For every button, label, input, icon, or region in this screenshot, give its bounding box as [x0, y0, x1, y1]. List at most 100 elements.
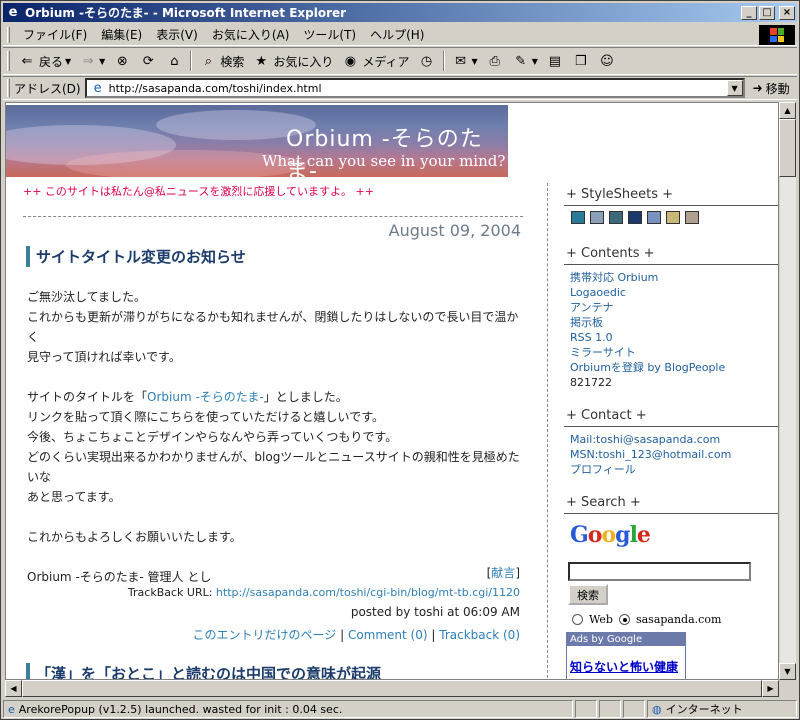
signature: Orbium -そらのたま- 管理人 とし [27, 570, 212, 584]
maximize-button[interactable]: □ [759, 5, 775, 20]
media-button[interactable]: ◉ メディア [337, 50, 413, 72]
chevron-down-icon[interactable]: ▼ [532, 57, 538, 66]
messenger-button[interactable]: ☺ [594, 50, 620, 72]
style-swatch[interactable] [647, 211, 661, 224]
contents-link-logaoedic[interactable]: Logaoedic [570, 285, 778, 300]
security-zone[interactable]: ◍ インターネット [647, 700, 797, 718]
comment-link[interactable]: Comment (0) [348, 628, 428, 642]
scroll-thumb[interactable] [22, 680, 762, 697]
status-text: ArekorePopup (v1.2.5) launched. wasted f… [18, 702, 343, 716]
banner-subtitle: What can you see in your mind? [262, 152, 506, 170]
document-icon: ▤ [548, 53, 561, 69]
sidebar-heading: + StyleSheets + [564, 186, 778, 206]
radio-web-label: Web [589, 613, 613, 626]
favorites-button[interactable]: ★ お気に入り [248, 50, 337, 72]
style-swatch[interactable] [571, 211, 585, 224]
address-input[interactable]: e http://sasapanda.com/toshi/index.html … [84, 78, 745, 98]
search-button[interactable]: ⌕ 検索 [195, 50, 248, 72]
divider [23, 216, 523, 217]
toolbar-grip[interactable] [7, 79, 10, 97]
dedication-link[interactable]: 献言 [491, 566, 515, 580]
trackback-label: TrackBack URL: [127, 586, 213, 599]
address-url[interactable]: http://sasapanda.com/toshi/index.html [109, 82, 727, 95]
windows-logo-icon [770, 28, 784, 42]
back-arrow-icon: ⇐ [21, 53, 33, 69]
ads-header[interactable]: Ads by Google [567, 633, 685, 646]
style-swatch[interactable] [609, 211, 623, 224]
stop-icon: ⊗ [116, 53, 128, 69]
chevron-down-icon[interactable]: ▼ [726, 80, 743, 96]
trackback-link[interactable]: Trackback (0) [439, 628, 520, 642]
style-swatch[interactable] [628, 211, 642, 224]
scroll-up-button[interactable]: ▲ [779, 102, 796, 119]
print-button[interactable]: ⎙ [482, 50, 508, 72]
profile-link[interactable]: プロフィール [570, 462, 778, 477]
contents-link-antenna[interactable]: アンテナ [570, 300, 778, 315]
column-divider [547, 183, 548, 679]
window-title: Orbium -そらのたま- - Microsoft Internet Expl… [25, 6, 347, 20]
horizontal-scrollbar[interactable]: ◀ ▶ [5, 680, 779, 697]
menu-edit[interactable]: 編集(E) [94, 24, 149, 45]
edit-button[interactable]: ✎ ▼ [508, 50, 542, 72]
menu-file[interactable]: ファイル(F) [16, 24, 94, 45]
permalink-link[interactable]: このエントリだけのページ [192, 628, 336, 642]
style-swatch[interactable] [685, 211, 699, 224]
entry-links: このエントリだけのページ | Comment (0) | Trackback (… [192, 626, 520, 643]
contact-msn[interactable]: MSN:toshi_123@hotmail.com [570, 447, 778, 462]
entry-body: ご無沙汰してました。 これからも更新が滞りがちになるかも知れませんが、閉鎖したり… [27, 287, 522, 607]
toolbar-grip[interactable] [7, 26, 10, 43]
home-button[interactable]: ⌂ [161, 50, 187, 72]
scroll-thumb[interactable] [779, 119, 796, 177]
close-button[interactable]: × [779, 5, 795, 20]
scroll-right-button[interactable]: ▶ [762, 680, 779, 697]
menu-view[interactable]: 表示(V) [149, 24, 205, 45]
site-banner[interactable]: Orbium -そらのたま- What can you see in your … [6, 105, 508, 177]
discuss-button[interactable]: ▤ [542, 50, 568, 72]
menu-favorites[interactable]: お気に入り(A) [205, 24, 297, 45]
stop-button[interactable]: ⊗ [109, 50, 135, 72]
body-line: リンクを貼って頂く際にこちらを使っていただけると嬉しいです。 [27, 410, 385, 424]
next-entry-title[interactable]: 「漢」を「おとこ」と読むのは中国での意味が起源 [26, 663, 381, 679]
contents-link-rss[interactable]: RSS 1.0 [570, 330, 778, 345]
support-notice[interactable]: ++ このサイトは私たん@私ニュースを激烈に応援していますよ。 ++ [23, 183, 374, 199]
chevron-down-icon[interactable]: ▼ [65, 57, 71, 66]
site-title-link[interactable]: Orbium -そらのたま- [147, 390, 264, 404]
research-button[interactable]: ❒ [568, 50, 594, 72]
mail-button[interactable]: ✉ ▼ [448, 50, 482, 72]
contents-link-mirror[interactable]: ミラーサイト [570, 345, 778, 360]
body-line: 」としました。 [263, 390, 348, 404]
address-bar: アドレス(D) e http://sasapanda.com/toshi/ind… [3, 76, 797, 100]
history-button[interactable]: ◷ [414, 50, 440, 72]
media-label: メディア [362, 54, 410, 69]
contents-link-mobile[interactable]: 携帯対応 Orbium [570, 270, 778, 285]
scroll-down-button[interactable]: ▼ [779, 663, 796, 680]
radio-web[interactable] [572, 614, 583, 625]
toolbar-grip[interactable] [7, 51, 10, 71]
contact-mail[interactable]: Mail:toshi@sasapanda.com [570, 432, 778, 447]
google-logo[interactable]: Google [564, 514, 778, 548]
menu-tools[interactable]: ツール(T) [296, 24, 363, 45]
go-button[interactable]: ➜ 移動 [753, 80, 790, 97]
scroll-left-button[interactable]: ◀ [5, 680, 22, 697]
forward-button[interactable]: ⇒ ▼ [75, 50, 109, 72]
radio-site[interactable] [618, 614, 630, 625]
title-bar[interactable]: e Orbium -そらのたま- - Microsoft Internet Ex… [3, 3, 797, 22]
refresh-button[interactable]: ⟳ [135, 50, 161, 72]
chevron-down-icon[interactable]: ▼ [99, 57, 105, 66]
minimize-button[interactable]: _ [741, 5, 757, 20]
trackback-url-link[interactable]: http://sasapanda.com/toshi/cgi-bin/blog/… [216, 586, 520, 599]
windows-throbber [759, 25, 795, 45]
vertical-scrollbar[interactable]: ▲ ▼ [779, 102, 796, 680]
menu-help[interactable]: ヘルプ(H) [363, 24, 431, 45]
search-submit-button[interactable]: 検索 [568, 584, 608, 605]
back-button[interactable]: ⇐ 戻る ▼ [14, 50, 75, 72]
contents-link-blogpeople[interactable]: Orbiumを登録 by BlogPeople [570, 360, 778, 375]
chevron-down-icon[interactable]: ▼ [472, 57, 478, 66]
body-line: これからも更新が滞りがちになるかも知れませんが、閉鎖したりはしないので長い目で温… [27, 310, 519, 344]
style-swatch[interactable] [666, 211, 680, 224]
go-arrow-icon: ➜ [752, 81, 763, 95]
ad-link[interactable]: 知らないと怖い健康 [567, 646, 685, 679]
contents-link-bbs[interactable]: 掲示板 [570, 315, 778, 330]
style-swatch[interactable] [590, 211, 604, 224]
search-input[interactable] [568, 562, 751, 581]
